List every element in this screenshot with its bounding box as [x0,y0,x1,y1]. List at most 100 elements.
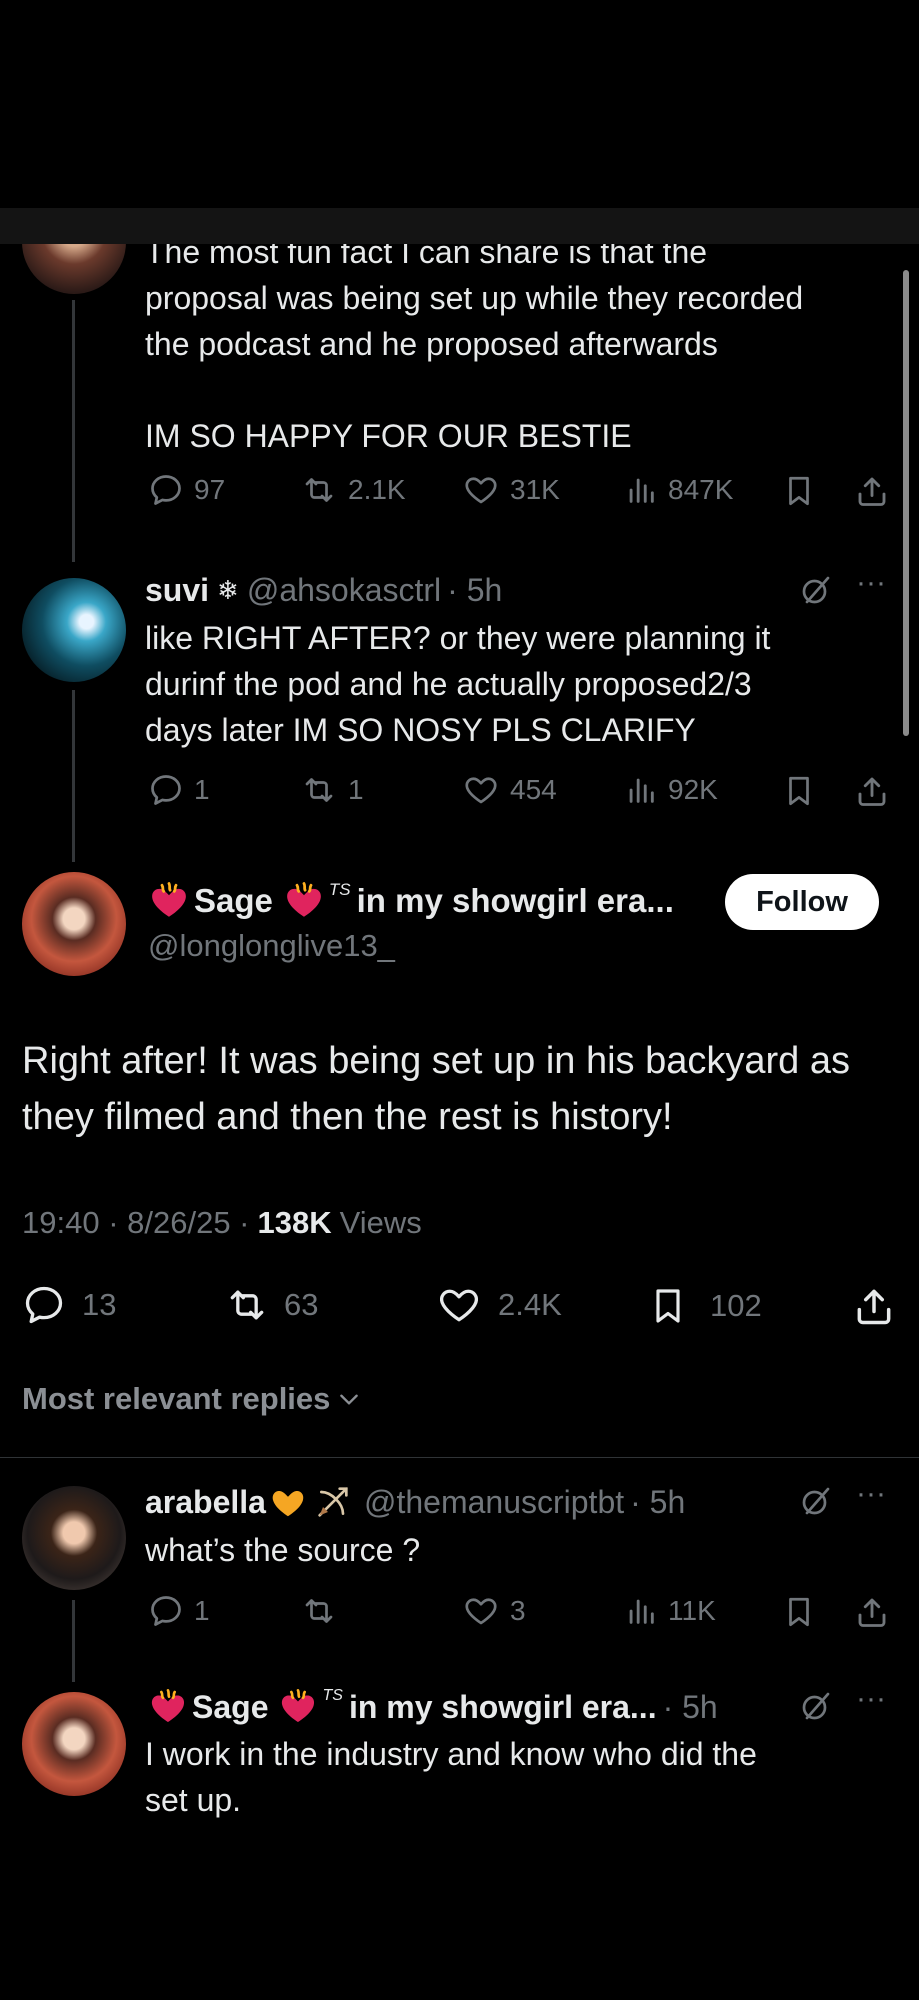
comment-icon [25,1286,63,1324]
views-icon [629,778,654,803]
handle[interactable]: @themanuscriptbt [364,1484,624,1521]
snowflake-icon: ❄ [217,575,239,605]
avatar[interactable] [22,578,126,682]
views-count: 11K [668,1595,716,1626]
bookmark-button[interactable] [782,772,816,810]
grok-icon[interactable] [798,1688,834,1729]
reply-count: 1 [194,774,210,805]
heart-icon [465,477,497,504]
display-name[interactable]: suvi [145,572,209,609]
views-icon [629,1599,654,1624]
like-count: 2.4K [498,1287,562,1322]
reply-header: suvi ❄ @ahsokasctrl · 5h [145,572,502,609]
handle[interactable]: @ahsokasctrl [247,572,441,609]
post-meta: 19:40 · 8/26/25 · 138K Views [22,1205,422,1241]
reply-button[interactable]: 97 [148,472,225,508]
share-button[interactable] [854,1593,890,1631]
share-icon [858,477,886,506]
repost-icon [305,478,333,502]
reply-body: like RIGHT AFTER? or they were planning … [145,620,771,748]
bookmark-icon [656,1289,680,1323]
author-name[interactable]: Sage TS in my showgirl era... [148,880,674,922]
ts-mark: TS [328,880,351,899]
bookmark-button[interactable] [782,472,816,510]
post-timestamp: 19:40 · 8/26/25 · [22,1205,250,1240]
more-icon[interactable]: ··· [856,566,886,600]
follow-button[interactable]: Follow [725,874,879,930]
display-name: Sage [194,882,273,919]
like-button[interactable]: 454 [462,772,557,808]
views-label: Views [339,1205,422,1240]
reply-count: 13 [82,1287,117,1322]
bottom-blank-area [0,1822,919,2000]
reply-header: arabella @themanuscriptbt · 5h [145,1482,685,1522]
thread-line [72,690,75,862]
like-button[interactable]: 3 [462,1593,526,1629]
like-button[interactable]: 2.4K [436,1283,562,1327]
grok-icon[interactable] [798,572,834,613]
reply-button[interactable]: 1 [148,772,210,808]
bookmark-button[interactable] [782,1593,816,1631]
share-icon [858,1598,886,1627]
share-icon [857,1289,891,1325]
reply-sort-label: Most relevant replies [22,1381,331,1416]
heart-on-fire-icon [151,1689,185,1722]
grok-icon[interactable] [798,1483,834,1524]
display-name-suffix: in my showgirl era... [348,1688,657,1725]
bookmark-button[interactable]: 102 [648,1283,762,1329]
repost-count: 2.1K [348,474,406,505]
bow-and-arrow-icon [318,1487,348,1517]
heart-icon [440,1289,478,1322]
repost-icon [230,1290,264,1320]
timestamp: · 5h [630,1483,686,1520]
like-button[interactable]: 31K [462,472,560,508]
repost-button[interactable]: 63 [224,1283,318,1327]
repost-button[interactable]: 1 [300,772,364,808]
top-blank-area [0,0,919,208]
comment-icon [151,475,181,505]
share-button[interactable] [854,772,890,810]
reply-button[interactable]: 1 [148,1593,210,1629]
heart-icon [465,777,497,804]
timestamp: · 5h [447,572,503,608]
heart-icon [465,1598,497,1625]
handle[interactable]: @longlonglive13_ [148,928,395,964]
views-button[interactable]: 847K [624,472,733,508]
like-count: 454 [510,774,557,805]
views-count: 138K [257,1205,332,1240]
repost-button[interactable]: 2.1K [300,472,406,508]
divider [0,1457,919,1458]
share-button[interactable] [852,1283,896,1329]
more-icon[interactable]: ··· [856,1682,886,1716]
reply-body: what’s the source ? [145,1532,421,1568]
scrollbar[interactable] [903,270,909,736]
reply-header: Sage TS in my showgirl era... · 5h [148,1687,718,1727]
display-name[interactable]: arabella [145,1484,266,1521]
reply-count: 97 [194,474,226,505]
comment-icon [151,775,181,805]
reply-body: I work in the industry and know who did … [145,1736,757,1818]
avatar[interactable] [22,872,126,976]
avatar[interactable] [22,1486,126,1590]
repost-count: 63 [284,1287,319,1322]
comment-icon [151,1596,181,1626]
display-name[interactable]: Sage [192,1689,268,1726]
orange-heart-icon [272,1491,304,1517]
share-button[interactable] [854,472,890,510]
repost-button[interactable] [300,1593,348,1629]
repost-icon [305,778,333,802]
reply-button[interactable]: 13 [22,1283,116,1327]
more-icon[interactable]: ··· [856,1477,886,1511]
reply-body: The most fun fact I can share is that th… [145,234,804,454]
views-button[interactable]: 92K [624,772,718,808]
views-button[interactable]: 11K [624,1593,716,1629]
views-count: 92K [668,774,718,805]
like-count: 31K [510,474,560,505]
share-icon [858,777,886,806]
bookmark-icon [789,476,809,506]
heart-on-fire-icon [287,882,321,917]
views-icon [629,478,654,503]
reply-sort-dropdown[interactable]: Most relevant replies [22,1381,362,1417]
post-body: Right after! It was being set up in his … [22,1040,850,1138]
avatar[interactable] [22,1692,126,1796]
